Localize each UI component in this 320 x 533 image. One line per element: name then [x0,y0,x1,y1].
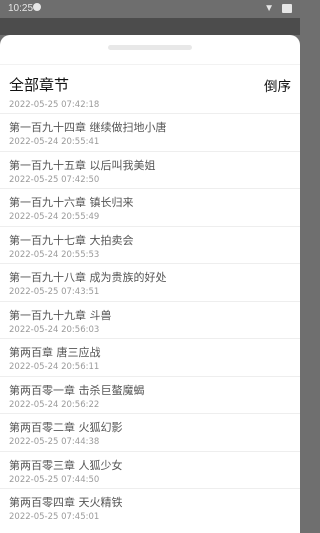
chapter-list-item[interactable]: 第一百九十八章 成为贵族的好处 2022-05-25 07:43:51 [0,263,300,301]
drag-handle[interactable] [108,45,192,50]
chapter-list-item[interactable]: 第一百九十四章 继续做扫地小唐 2022-05-24 20:55:41 [0,113,300,151]
chapter-title: 第一百九十六章 镇长归来 [9,196,134,209]
chapter-list-item[interactable]: 第一百九十七章 大拍卖会 2022-05-24 20:55:53 [0,225,300,264]
battery-icon [282,4,292,13]
chapter-title: 第一百九十七章 大拍卖会 [9,233,134,247]
chapter-date: 2022-05-25 07:44:50 [9,474,100,485]
chapter-date: 2022-05-24 20:56:11 [9,362,100,372]
chapter-title: 第两百零四章 天火精铁 [9,496,123,509]
chapter-list: 2022-05-25 07:42:18 第一百九十四章 继续做扫地小唐 2022-… [0,97,300,526]
sheet-header: 全部章节 倒序 [0,73,300,99]
chapter-title: 第一百九十五章 以后叫我美姐 [9,158,156,172]
status-time: 10:25 [8,3,34,14]
chapter-title: 第一百九十八章 成为贵族的好处 [9,271,167,284]
chapter-date: 2022-05-25 07:42:50 [9,174,100,185]
chapter-list-item[interactable]: 第两百零一章 击杀巨螯魔蝎 2022-05-24 20:56:22 [0,375,300,414]
chapter-list-item[interactable]: 第两百零四章 天火精铁 2022-05-25 07:45:01 [0,488,300,526]
chapter-list-item[interactable]: 第两百零二章 火狐幻影 2022-05-25 07:44:38 [0,413,300,451]
chapter-title: 第一百九十九章 斗兽 [9,308,112,322]
notification-icon [33,3,41,11]
chapter-title: 第两百零二章 火狐幻影 [9,421,123,434]
chapter-date: 2022-05-24 20:55:41 [9,137,100,147]
dimmed-background[interactable] [0,18,300,35]
chapter-date: 2022-05-25 07:44:38 [9,437,100,447]
chapter-date: 2022-05-24 20:55:49 [9,212,100,222]
chapter-list-item[interactable]: 第一百九十九章 斗兽 2022-05-24 20:56:03 [0,300,300,339]
divider [0,64,300,65]
chapter-list-item[interactable]: 第两百章 唐三应战 2022-05-24 20:56:11 [0,338,300,376]
wifi-icon: ▼ [264,3,274,14]
chapter-list-item[interactable]: 第一百九十五章 以后叫我美姐 2022-05-25 07:42:50 [0,150,300,189]
chapter-title: 第两百零一章 击杀巨螯魔蝎 [9,383,145,397]
sort-order-button[interactable]: 倒序 [264,75,291,95]
chapter-date: 2022-05-24 20:55:53 [9,249,100,260]
chapter-date: 2022-05-24 20:56:22 [9,399,100,410]
chapter-list-item[interactable]: 第一百九十六章 镇长归来 2022-05-24 20:55:49 [0,188,300,226]
sheet-title: 全部章节 [9,76,70,94]
chapter-date: 2022-05-25 07:43:51 [9,287,100,297]
chapter-list-item[interactable]: 第两百零三章 人狐少女 2022-05-25 07:44:50 [0,450,300,489]
chapter-date: 2022-05-25 07:42:18 [9,100,100,110]
chapter-title: 第一百九十四章 继续做扫地小唐 [9,121,167,134]
status-bar: 10:25 ▼ [0,0,300,18]
chapter-title: 第两百章 唐三应战 [9,346,101,359]
chapter-date: 2022-05-24 20:56:03 [9,324,100,335]
chapter-title: 第两百零三章 人狐少女 [9,458,123,472]
chapter-list-sheet: 全部章节 倒序 2022-05-25 07:42:18 第一百九十四章 继续做扫… [0,35,300,533]
chapter-date: 2022-05-25 07:45:01 [9,512,100,522]
